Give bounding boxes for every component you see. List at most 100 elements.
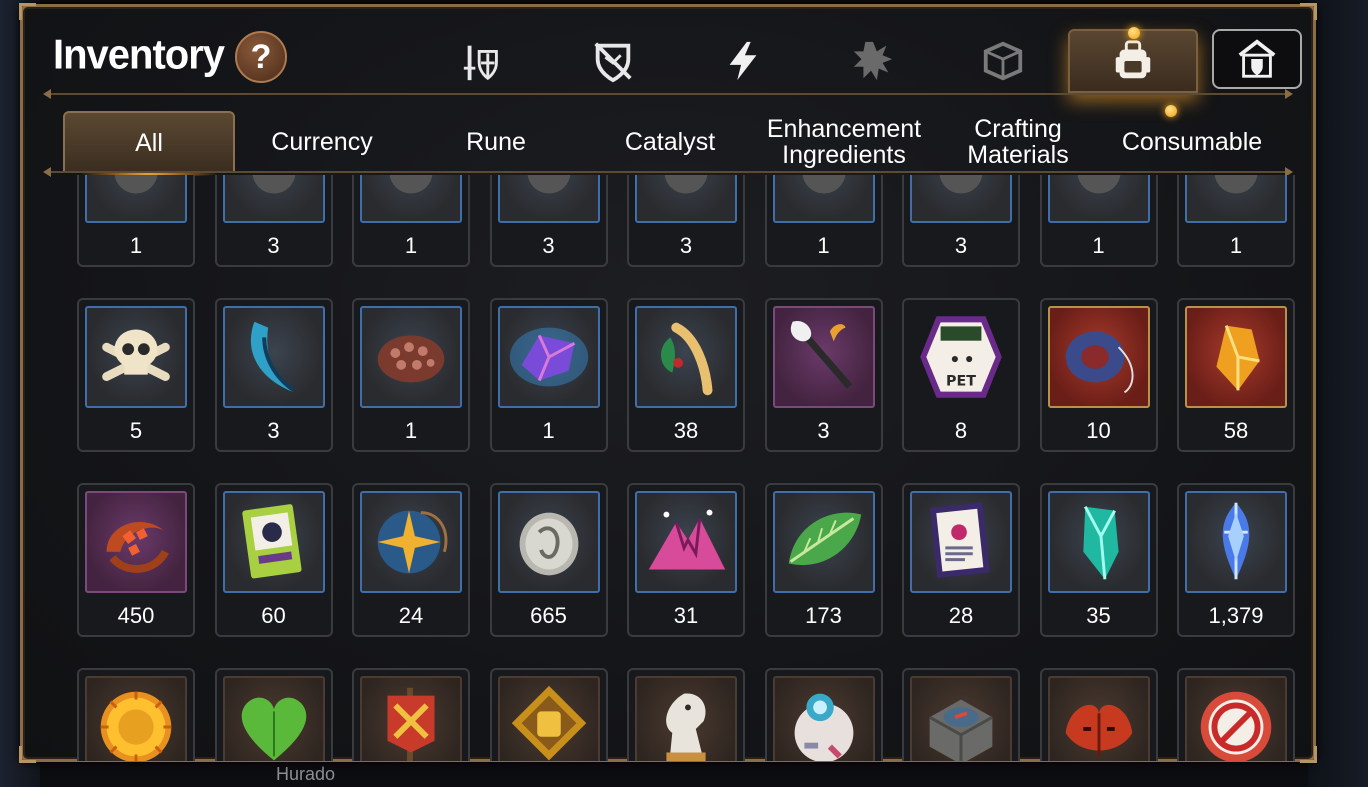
item-count: 1 bbox=[542, 418, 555, 443]
inventory-slot[interactable]: 24,684,938 bbox=[77, 668, 195, 761]
fist-badge-icon bbox=[511, 685, 586, 761]
inventory-panel: Inventory ? All Currency Rune Catalyst E… bbox=[19, 3, 1317, 763]
inventory-slot[interactable]: 1 bbox=[1177, 175, 1295, 267]
item-count: 450 bbox=[117, 603, 155, 628]
inventory-slot[interactable]: 9,501 bbox=[627, 668, 745, 761]
inventory-slot[interactable]: 60 bbox=[214, 483, 333, 637]
filter-crafting-materials[interactable]: Crafting Materials bbox=[931, 111, 1105, 173]
filter-rune[interactable]: Rune bbox=[409, 111, 583, 173]
item-count: 60 bbox=[261, 603, 286, 628]
item-frame bbox=[772, 676, 875, 761]
inventory-slot[interactable]: 38 bbox=[627, 298, 745, 452]
inventory-slot[interactable]: 3 bbox=[1177, 668, 1295, 761]
inventory-slot[interactable]: 24 bbox=[352, 483, 470, 637]
herb-bundle-icon bbox=[660, 322, 713, 396]
item-frame bbox=[635, 306, 737, 408]
inventory-slot[interactable]: 1,379 bbox=[1177, 483, 1295, 637]
item-frame bbox=[497, 676, 600, 761]
gold-coin-icon bbox=[100, 691, 172, 761]
item-frame bbox=[85, 306, 187, 408]
pet-certificate-icon bbox=[929, 502, 990, 579]
inventory-slot[interactable]: 1 bbox=[77, 175, 195, 267]
filter-consumable[interactable]: Consumable bbox=[1105, 105, 1279, 173]
inventory-slot[interactable]: 1 bbox=[352, 175, 470, 267]
glowing-gem-icon bbox=[509, 327, 588, 387]
inventory-slot[interactable]: 3 bbox=[489, 175, 608, 267]
filter-currency[interactable]: Currency bbox=[235, 111, 409, 173]
inventory-slot[interactable]: 35 bbox=[1039, 483, 1158, 637]
splash-emblem-icon bbox=[853, 41, 893, 81]
tab-emblem[interactable] bbox=[808, 29, 938, 93]
tab-cube[interactable] bbox=[938, 29, 1068, 93]
pet-card-icon: PET bbox=[920, 316, 1002, 398]
item-count: 173 bbox=[805, 603, 842, 628]
inventory-slot[interactable]: 3 bbox=[764, 298, 883, 452]
item-frame bbox=[1047, 491, 1150, 593]
inventory-slot[interactable]: 10 bbox=[1039, 298, 1158, 452]
green-leaf-icon bbox=[788, 512, 861, 566]
inventory-slot[interactable]: 173 bbox=[764, 483, 883, 637]
tab-equipment[interactable] bbox=[418, 29, 548, 93]
tabs-divider bbox=[43, 167, 1293, 177]
inventory-slot[interactable]: 58 bbox=[1177, 298, 1295, 452]
item-grid: 1 3 1 3 3 1 3 1 1 5 3 1 1 38 3 PET 8 10 58 450 60 24 665 31 173 2… bbox=[53, 175, 1303, 761]
inventory-slot[interactable]: 10 bbox=[352, 668, 470, 761]
inventory-slot[interactable]: 31 bbox=[627, 483, 745, 637]
inventory-slot[interactable]: 2,916 bbox=[1039, 668, 1158, 761]
robot-pod-icon bbox=[794, 693, 853, 761]
inventory-slot[interactable]: 1 bbox=[1039, 175, 1158, 267]
silver-coin-icon bbox=[519, 512, 578, 576]
inventory-slot[interactable]: 5 bbox=[902, 668, 1020, 761]
help-button[interactable]: ? bbox=[235, 31, 287, 83]
tab-storage[interactable] bbox=[1212, 29, 1302, 89]
item-frame bbox=[772, 306, 875, 408]
svg-text:PET: PET bbox=[946, 374, 976, 390]
orange-crystal-icon bbox=[1216, 325, 1260, 391]
inventory-slot[interactable]: 665 bbox=[489, 483, 608, 637]
inventory-slot[interactable]: 1 bbox=[352, 298, 470, 452]
filter-catalyst[interactable]: Catalyst bbox=[583, 111, 757, 173]
inventory-slot[interactable]: 90 bbox=[214, 668, 333, 761]
item-frame bbox=[910, 676, 1012, 761]
forbidden-seal-icon bbox=[1200, 691, 1272, 761]
pink-mountain-icon bbox=[648, 509, 726, 570]
item-count: 3 bbox=[542, 233, 555, 258]
inventory-slot[interactable]: 3 bbox=[627, 175, 745, 267]
cube-icon bbox=[983, 41, 1023, 81]
item-frame bbox=[85, 491, 187, 593]
item-count: 665 bbox=[530, 603, 567, 628]
item-count: 3 bbox=[954, 233, 968, 258]
lightning-icon bbox=[729, 41, 757, 81]
item-frame bbox=[910, 175, 1012, 223]
item-icon bbox=[389, 175, 433, 194]
item-count: 24 bbox=[398, 603, 424, 628]
item-frame: PET bbox=[910, 306, 1012, 408]
inventory-slot[interactable]: 3 bbox=[902, 175, 1020, 267]
item-count: 58 bbox=[1223, 418, 1249, 443]
inventory-slot[interactable]: 1 bbox=[764, 175, 883, 267]
filter-tabs: All Currency Rune Catalyst Enhancement I… bbox=[63, 105, 1313, 177]
filter-enhancement-ingredients[interactable]: Enhancement Ingredients bbox=[757, 111, 931, 173]
inventory-slot[interactable]: PET 8 bbox=[902, 298, 1020, 452]
item-frame bbox=[1185, 306, 1287, 408]
inventory-slot[interactable]: 3 bbox=[214, 175, 333, 267]
stone-compass-icon bbox=[928, 699, 994, 761]
war-banner-icon bbox=[387, 687, 435, 761]
item-frame bbox=[497, 491, 600, 593]
tab-power[interactable] bbox=[678, 29, 808, 93]
inventory-slot[interactable]: 150 bbox=[489, 668, 608, 761]
tab-inventory[interactable] bbox=[1068, 27, 1198, 93]
inventory-slot[interactable]: 28 bbox=[902, 483, 1020, 637]
item-frame bbox=[497, 175, 600, 223]
feather-wand-icon bbox=[790, 320, 852, 389]
tab-artifacts[interactable] bbox=[548, 29, 678, 93]
inventory-slot[interactable]: 3 bbox=[764, 668, 883, 761]
inventory-slot[interactable]: 5 bbox=[77, 298, 195, 452]
inventory-slot[interactable]: 1 bbox=[489, 298, 608, 452]
inventory-slot[interactable]: 3 bbox=[214, 298, 333, 452]
inventory-slot[interactable]: 450 bbox=[77, 483, 195, 637]
filter-consumable-label: Consumable bbox=[1121, 128, 1263, 156]
item-count: 3 bbox=[679, 233, 693, 258]
filter-all[interactable]: All bbox=[63, 111, 235, 177]
blue-claw-icon bbox=[250, 321, 295, 393]
